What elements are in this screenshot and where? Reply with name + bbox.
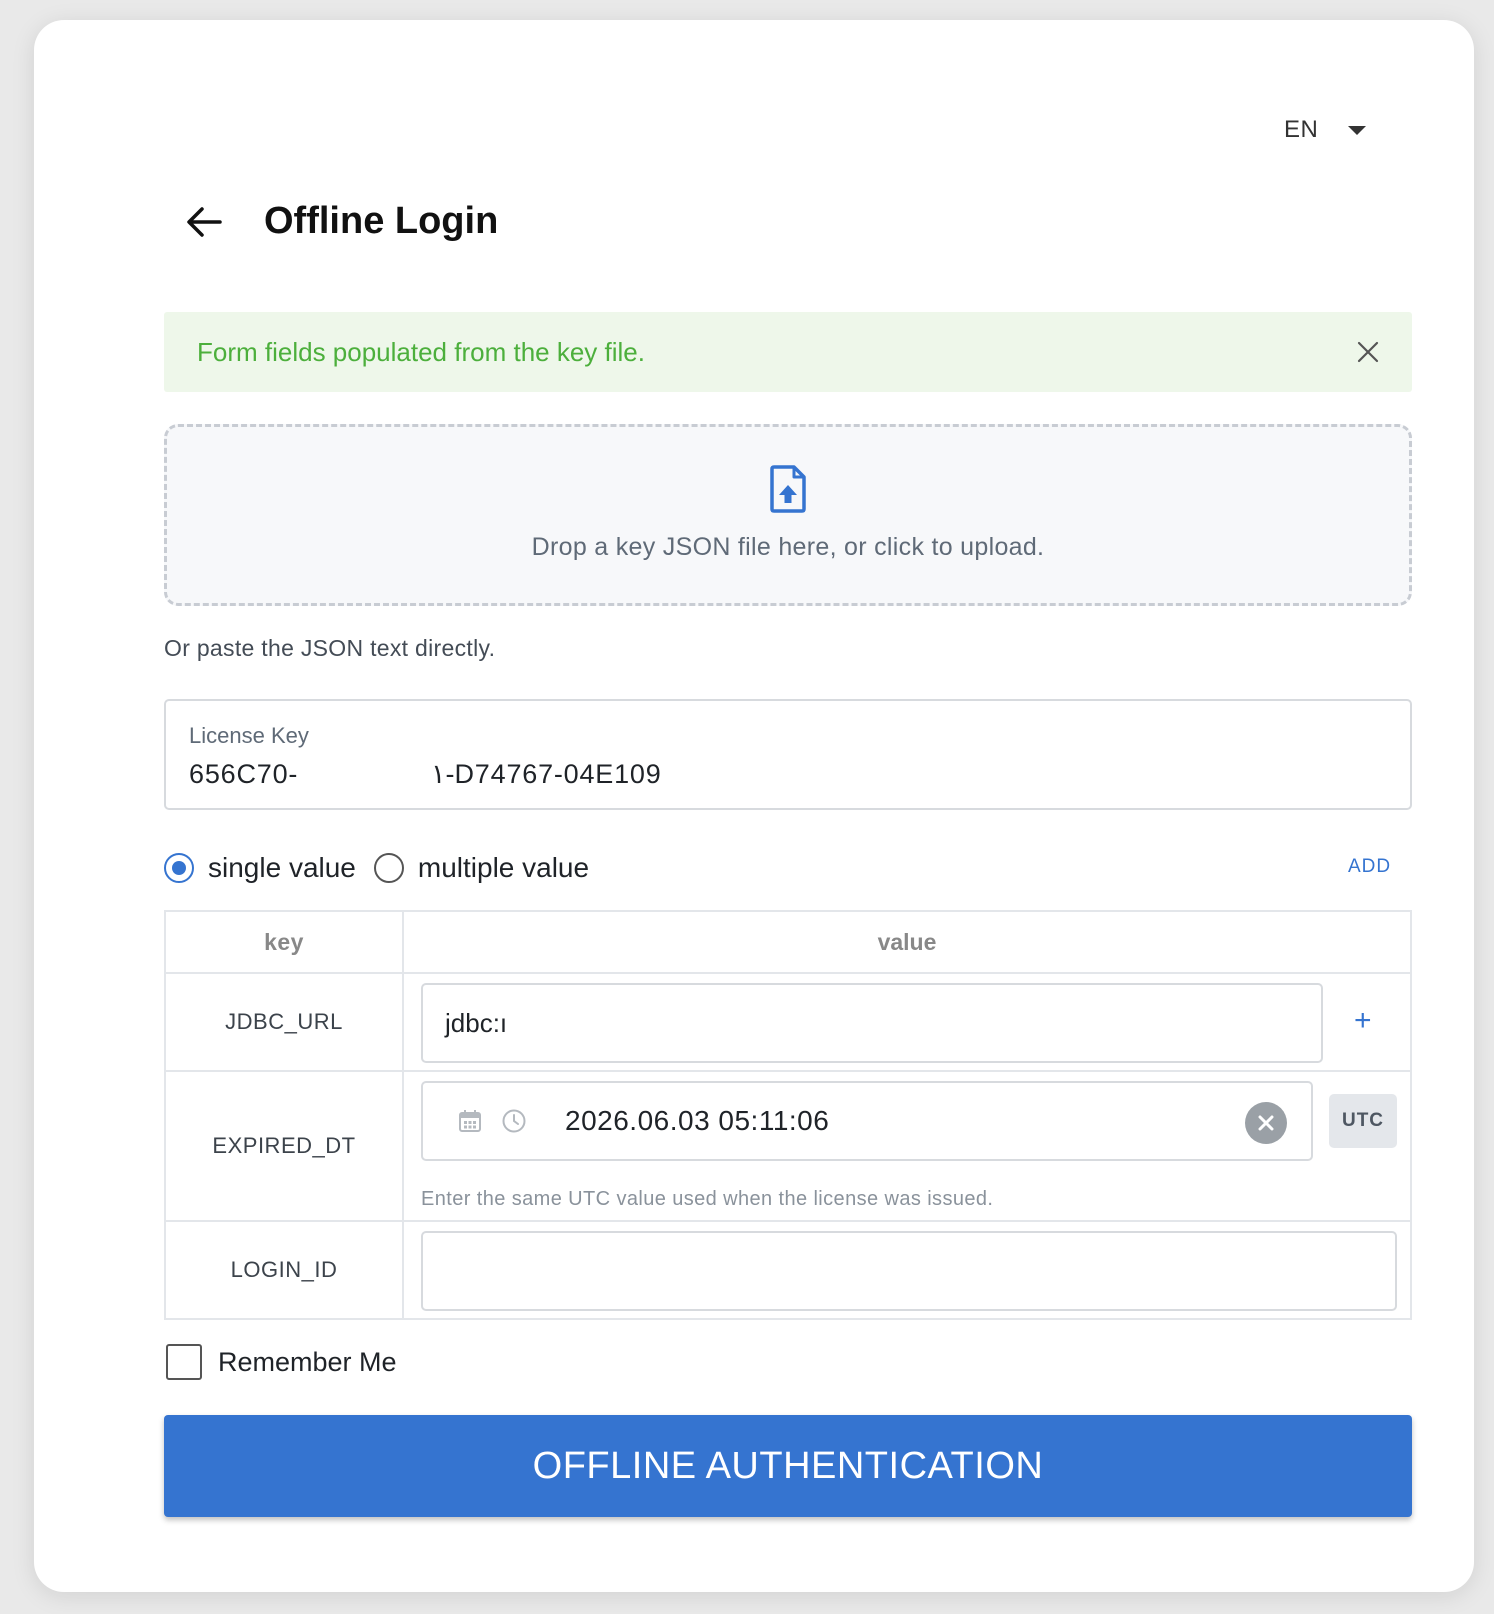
alert-message: Form fields populated from the key file. [197, 336, 645, 367]
calendar-icon[interactable] [457, 1108, 483, 1134]
add-button[interactable]: ADD [1348, 856, 1391, 878]
dropzone-text: Drop a key JSON file here, or click to u… [531, 532, 1045, 561]
radio-single-label: single value [208, 852, 356, 883]
license-key-field[interactable]: License Key [164, 699, 1412, 810]
table-header-row: key value [166, 912, 1410, 974]
login-card: EN Offline Login Form fields populated f… [34, 20, 1474, 1592]
page-title: Offline Login [264, 200, 499, 242]
expired-dt-hint: Enter the same UTC value used when the l… [421, 1188, 994, 1210]
close-icon[interactable] [1354, 338, 1382, 366]
radio-multiple-value[interactable]: multiple value [373, 852, 590, 884]
success-alert: Form fields populated from the key file. [164, 312, 1412, 392]
plus-icon[interactable]: + [1354, 1004, 1372, 1038]
login-id-input[interactable] [421, 1231, 1397, 1311]
license-key-label: License Key [189, 723, 309, 748]
value-mode-group: single value multiple value [164, 852, 607, 884]
license-key-input[interactable] [189, 759, 1387, 790]
jdbc-url-input[interactable]: jdbc:ı [421, 983, 1323, 1063]
row-key: EXPIRED_DT [166, 1072, 404, 1220]
chevron-down-icon [1348, 125, 1367, 135]
file-upload-icon [770, 464, 806, 513]
header-value: value [877, 928, 937, 955]
table-row: LOGIN_ID [166, 1222, 1410, 1320]
row-key: LOGIN_ID [166, 1222, 404, 1318]
remember-me-label: Remember Me [218, 1346, 397, 1377]
jdbc-url-value: jdbc:ı [445, 1007, 508, 1038]
offline-authentication-button[interactable]: OFFLINE AUTHENTICATION [164, 1415, 1412, 1517]
row-key: JDBC_URL [166, 974, 404, 1070]
language-label: EN [1284, 116, 1319, 143]
radio-selected-icon [164, 853, 194, 883]
radio-single-value[interactable]: single value [164, 852, 356, 884]
file-dropzone[interactable]: Drop a key JSON file here, or click to u… [164, 424, 1412, 606]
radio-unselected-icon [373, 853, 404, 883]
remember-me[interactable]: Remember Me [166, 1344, 397, 1380]
clear-icon[interactable] [1245, 1102, 1287, 1144]
utc-button[interactable]: UTC [1329, 1094, 1397, 1148]
radio-multiple-label: multiple value [417, 852, 590, 883]
table-row: EXPIRED_DT 2026.06.03 05:11:06 UTC Enter… [166, 1072, 1410, 1222]
paste-hint: Or paste the JSON text directly. [164, 635, 496, 661]
clock-icon[interactable] [501, 1108, 527, 1134]
language-selector[interactable]: EN [1284, 116, 1367, 144]
expired-dt-picker[interactable]: 2026.06.03 05:11:06 [421, 1081, 1313, 1161]
header-key: key [166, 912, 404, 972]
table-row: JDBC_URL jdbc:ı + [166, 974, 1410, 1072]
key-value-table: key value JDBC_URL jdbc:ı + EXPIRED_DT 2… [164, 910, 1412, 1320]
arrow-left-icon[interactable] [184, 202, 224, 242]
remember-me-checkbox[interactable] [166, 1344, 202, 1380]
expired-dt-value: 2026.06.03 05:11:06 [565, 1105, 830, 1136]
